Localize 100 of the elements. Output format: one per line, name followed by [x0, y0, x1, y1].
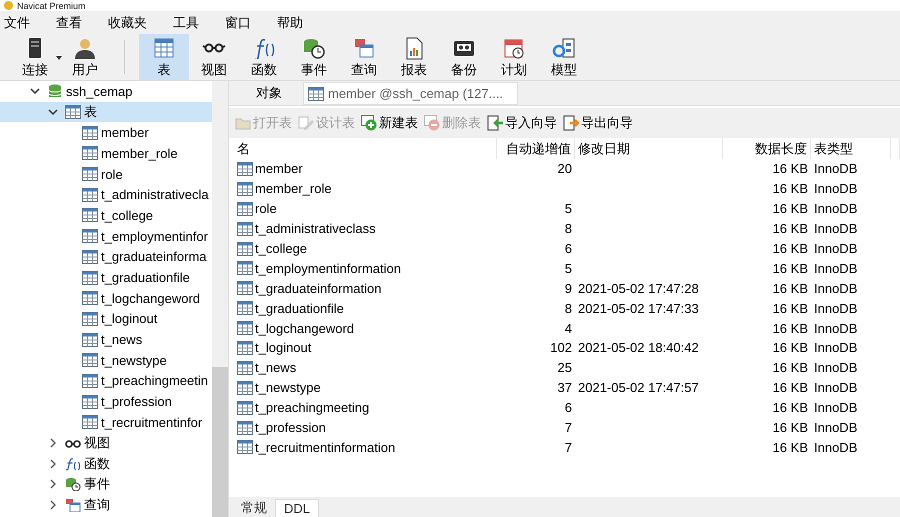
- table-icon: [237, 340, 253, 355]
- tree-item[interactable]: t_college: [0, 205, 212, 226]
- table-cell: t_graduationfile: [255, 300, 344, 316]
- tree-item[interactable]: t_preachingmeetin: [0, 370, 212, 392]
- menu-item[interactable]: 帮助: [277, 14, 303, 32]
- table-cell: 16 KB: [772, 161, 808, 176]
- tree-item[interactable]: t_employmentinfor: [0, 226, 212, 246]
- chevron-right-icon: [48, 500, 58, 510]
- table-cell: 4: [564, 320, 572, 336]
- toolbar-button[interactable]: 用户: [60, 34, 110, 80]
- table-icon: [82, 126, 98, 140]
- plus-icon: [361, 115, 377, 131]
- table-cell: 16 KB: [772, 300, 808, 316]
- table-cell: 2021-05-02 18:40:42: [578, 340, 699, 356]
- toolbar-button[interactable]: 报表: [389, 34, 439, 80]
- menu-item[interactable]: 工具: [173, 14, 199, 32]
- table-cell: 6: [564, 400, 572, 416]
- table-icon: [82, 208, 98, 222]
- table-cell: 16 KB: [772, 201, 808, 216]
- toolbar-button[interactable]: 计划: [489, 34, 539, 80]
- table-icon: [237, 380, 253, 395]
- table-cell: 6: [564, 241, 572, 256]
- tree-item[interactable]: t_news: [0, 329, 212, 350]
- app-logo-icon: [4, 1, 13, 10]
- tree-item[interactable]: 视图: [0, 432, 212, 454]
- column-header[interactable]: 名: [235, 138, 497, 159]
- tree-item[interactable]: 表: [0, 102, 212, 122]
- table-cell: 2021-05-02 17:47:28: [578, 280, 699, 296]
- menu-item[interactable]: 窗口: [225, 14, 251, 32]
- table-icon: [237, 420, 253, 435]
- tree-item[interactable]: t_recruitmentinfor: [0, 412, 212, 433]
- toolbar-button[interactable]: 导出向导: [563, 114, 633, 132]
- table-cell: InnoDB: [814, 201, 858, 216]
- tree-item[interactable]: ssh_cemap: [0, 81, 212, 102]
- table-cell: t_loginout: [255, 340, 312, 356]
- chevron-right-icon: [48, 438, 58, 448]
- table-cell: InnoDB: [814, 400, 858, 416]
- toolbar-button[interactable]: 表: [139, 34, 189, 80]
- tree-item[interactable]: t_graduateinforma: [0, 246, 212, 268]
- table-icon: [82, 291, 98, 306]
- column-header[interactable]: 表类型: [811, 138, 891, 159]
- toolbar-button[interactable]: 视图: [189, 34, 239, 80]
- tree-item[interactable]: 事件: [0, 474, 212, 495]
- table-icon: [237, 202, 253, 216]
- table-cell: 5: [564, 260, 572, 276]
- table-icon: [82, 374, 98, 388]
- clock-database-icon: [65, 477, 81, 492]
- tree-item[interactable]: t_loginout: [0, 308, 212, 330]
- table-cell: t_graduateinformation: [255, 280, 382, 296]
- column-header[interactable]: 自动递增值: [497, 138, 575, 159]
- table-icon: [82, 415, 98, 430]
- tab[interactable]: DDL: [275, 499, 320, 517]
- table-cell: t_recruitmentinformation: [255, 440, 396, 455]
- table-cell: t_preachingmeeting: [255, 400, 370, 416]
- toolbar-button[interactable]: 新建表: [361, 114, 418, 132]
- table-icon: [237, 222, 253, 236]
- table-cell: 8: [564, 300, 572, 316]
- table-cell: t_newstype: [255, 380, 321, 396]
- tree-item[interactable]: member_role: [0, 143, 212, 164]
- tab[interactable]: 常规: [233, 499, 275, 517]
- toolbar-button[interactable]: 连接: [10, 34, 60, 80]
- menu-item[interactable]: 文件: [4, 14, 30, 32]
- column-header[interactable]: 数据长度: [723, 138, 811, 159]
- table-cell: InnoDB: [814, 360, 858, 376]
- table-cell: member_role: [255, 181, 332, 196]
- toolbar-button[interactable]: 模型: [539, 34, 589, 80]
- tree-item[interactable]: 查询: [0, 494, 212, 516]
- table-cell: 102: [550, 340, 572, 356]
- tree-item[interactable]: member: [0, 122, 212, 144]
- table-cell: role: [255, 201, 277, 216]
- menu-item[interactable]: 查看: [56, 14, 82, 32]
- menu-item[interactable]: 收藏夹: [108, 14, 147, 32]
- column-header[interactable]: 修改日期: [575, 138, 723, 159]
- table-icon: [237, 360, 253, 375]
- tree-item[interactable]: t_logchangeword: [0, 288, 212, 309]
- toolbar-button[interactable]: 导入向导: [487, 114, 557, 132]
- toolbar-button[interactable]: 函数: [239, 34, 289, 80]
- table-icon: [237, 440, 253, 454]
- tree-item[interactable]: 函数: [0, 453, 212, 474]
- table-cell: 2021-05-02 17:47:33: [578, 300, 699, 316]
- toolbar-button[interactable]: 事件: [289, 34, 339, 80]
- toolbar-button[interactable]: 备份: [439, 34, 489, 80]
- table-cell: 16 KB: [772, 241, 808, 256]
- tree-item[interactable]: t_graduationfile: [0, 267, 212, 288]
- diagram-icon: [551, 36, 577, 60]
- tree-item[interactable]: t_profession: [0, 391, 212, 412]
- table-cell: InnoDB: [814, 300, 858, 316]
- tree-item[interactable]: t_administrativecla: [0, 184, 212, 206]
- tab[interactable]: member @ssh_cemap (127....: [303, 82, 518, 105]
- table-cell: 37: [558, 380, 572, 396]
- table-cell: InnoDB: [814, 340, 858, 356]
- table-cell: 16 KB: [772, 360, 808, 376]
- table-icon: [308, 86, 324, 100]
- toolbar-button[interactable]: 查询: [339, 34, 389, 80]
- scrollbar[interactable]: [212, 81, 228, 517]
- tree-item[interactable]: role: [0, 164, 212, 184]
- table-cell: 16 KB: [772, 221, 808, 236]
- table-icon: [237, 281, 253, 296]
- chevron-down-icon: [30, 86, 40, 96]
- tree-item[interactable]: t_newstype: [0, 350, 212, 371]
